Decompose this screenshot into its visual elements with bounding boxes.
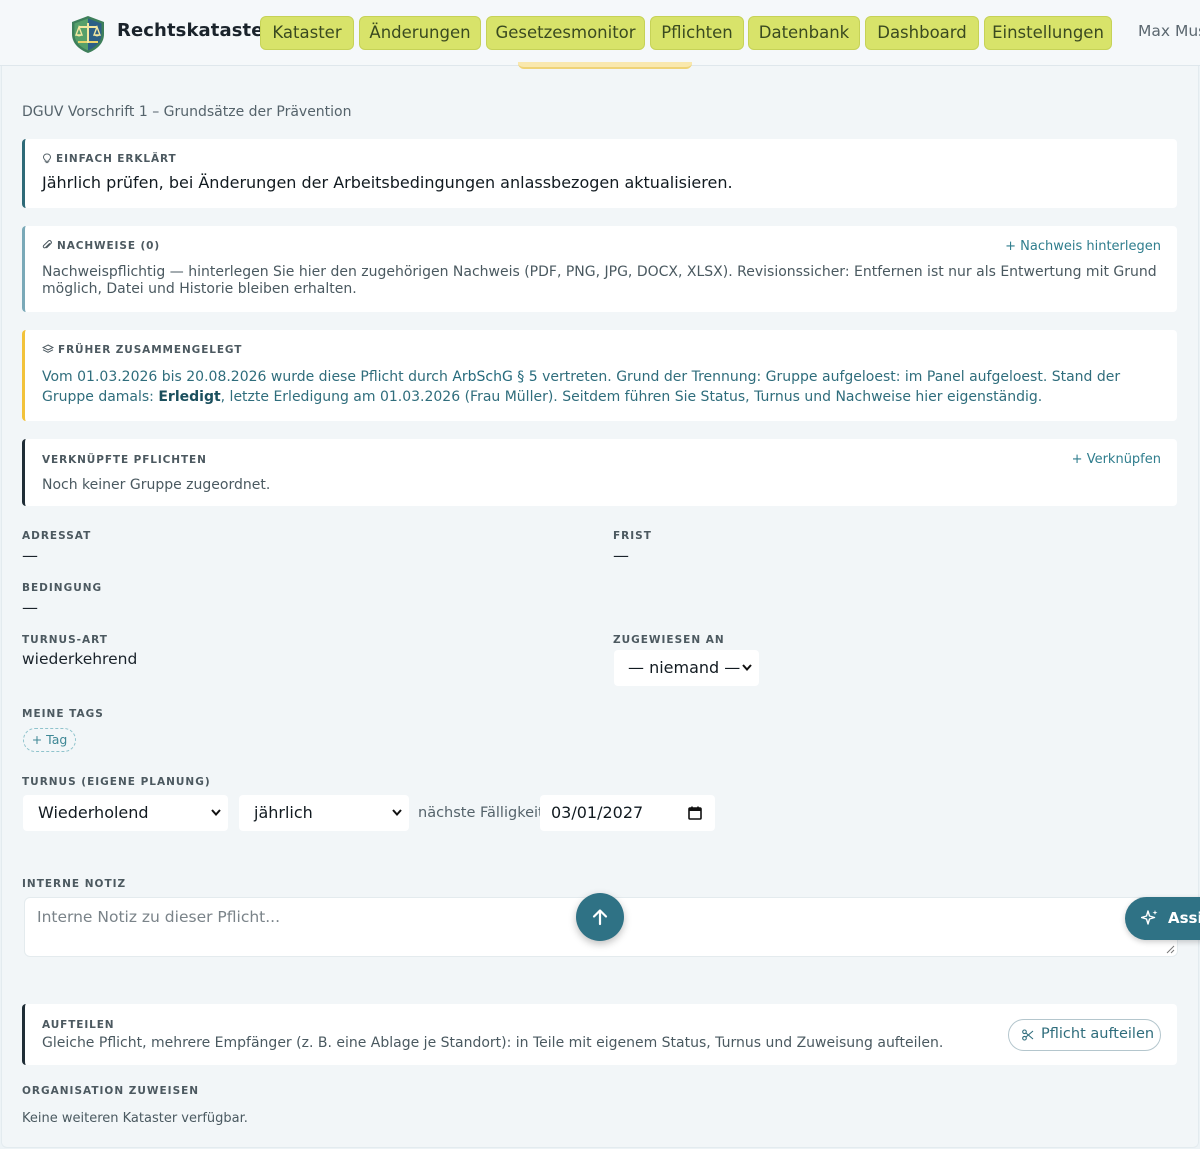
- verknuepfte-text: Noch keiner Gruppe zugeordnet.: [42, 477, 271, 493]
- frueher-text: Vom 01.03.2026 bis 20.08.2026 wurde dies…: [42, 367, 1147, 407]
- zugewiesen-label: ZUGEWIESEN AN: [613, 634, 725, 646]
- einfach-erklaert-label: EINFACH ERKLÄRT: [56, 153, 177, 165]
- logo-shield-scales-icon[interactable]: [68, 14, 108, 54]
- zugewiesen-select[interactable]: — niemand —: [614, 650, 759, 686]
- tags-label: MEINE TAGS: [22, 708, 104, 720]
- aufteilen-label: AUFTEILEN: [42, 1019, 115, 1031]
- aufteilen-text: Gleiche Pflicht, mehrere Empfänger (z. B…: [42, 1035, 944, 1051]
- nav-dashboard[interactable]: Dashboard: [865, 16, 979, 50]
- einfach-erklaert-header: EINFACH ERKLÄRT: [42, 153, 177, 165]
- turnus-mode-value: Wiederholend: [38, 803, 149, 822]
- naechste-faelligkeit-label: nächste Fälligkeit: [418, 805, 544, 821]
- sparkles-icon: [1141, 910, 1158, 925]
- frueher-label: FRÜHER ZUSAMMENGELEGT: [58, 344, 243, 356]
- active-tab-indicator: [518, 62, 692, 69]
- nav-aenderungen[interactable]: Änderungen: [359, 16, 481, 50]
- arrow-up-icon: [592, 909, 608, 926]
- bedingung-value: —: [22, 598, 38, 617]
- turnus-mode-select[interactable]: Wiederholend: [23, 795, 228, 831]
- verknuepfte-label: VERKNÜPFTE PFLICHTEN: [42, 454, 207, 466]
- brand-name[interactable]: Rechtskataster: [117, 20, 273, 41]
- chevron-down-icon: [211, 809, 221, 817]
- chevron-down-icon: [742, 664, 752, 672]
- nav-datenbank[interactable]: Datenbank: [748, 16, 860, 50]
- pflicht-aufteilen-button[interactable]: Pflicht aufteilen: [1008, 1019, 1161, 1051]
- nachweise-label: NACHWEISE (0): [57, 240, 161, 252]
- page-subtitle: DGUV Vorschrift 1 – Grundsätze der Präve…: [22, 104, 352, 120]
- verknuepfen-link[interactable]: + Verknüpfen: [1072, 452, 1161, 467]
- organisation-text: Keine weiteren Kataster verfügbar.: [22, 1111, 248, 1126]
- calendar-icon[interactable]: [688, 806, 702, 820]
- nachweise-card: NACHWEISE (0) + Nachweis hinterlegen Nac…: [22, 226, 1177, 312]
- resize-handle-icon[interactable]: [1165, 944, 1175, 954]
- naechste-faelligkeit-date-input[interactable]: 03/01/2027: [540, 795, 715, 831]
- nachweise-text: Nachweispflichtig — hinterlegen Sie hier…: [42, 264, 1157, 297]
- interne-notiz-placeholder: Interne Notiz zu dieser Pflicht...: [37, 908, 281, 926]
- group-status: Erledigt: [158, 389, 221, 405]
- verknuepfte-pflichten-card: VERKNÜPFTE PFLICHTEN + Verknüpfen Noch k…: [22, 439, 1177, 506]
- add-tag-button[interactable]: + Tag: [23, 728, 76, 752]
- frueher-zusammengelegt-card: FRÜHER ZUSAMMENGELEGT Vom 01.03.2026 bis…: [22, 330, 1177, 421]
- turnus-planung-label: TURNUS (EIGENE PLANUNG): [22, 776, 211, 788]
- adressat-value: —: [22, 546, 38, 565]
- turnus-interval-value: jährlich: [254, 803, 313, 822]
- frueher-text-part1: Vom 01.03.2026 bis 20.08.2026 wurde dies…: [42, 369, 453, 385]
- arbschg-link[interactable]: ArbSchG § 5: [452, 369, 537, 385]
- nachweis-hinterlegen-link[interactable]: + Nachweis hinterlegen: [1005, 239, 1161, 254]
- organisation-label: ORGANISATION ZUWEISEN: [22, 1085, 200, 1097]
- assistant-button[interactable]: Assi: [1125, 897, 1200, 940]
- frist-value: —: [613, 546, 629, 565]
- einfach-erklaert-card: EINFACH ERKLÄRT Jährlich prüfen, bei Änd…: [22, 139, 1177, 208]
- paperclip-icon: [42, 240, 52, 249]
- scroll-to-top-button[interactable]: [576, 893, 624, 941]
- turnus-interval-select[interactable]: jährlich: [239, 795, 409, 831]
- turnus-art-value: wiederkehrend: [22, 650, 138, 668]
- frueher-text-part3: , letzte Erledigung am 01.03.2026 (Frau …: [220, 389, 1043, 405]
- pflicht-aufteilen-label: Pflicht aufteilen: [1041, 1026, 1155, 1042]
- user-menu[interactable]: Max Mus: [1138, 22, 1200, 40]
- turnus-art-label: TURNUS-ART: [22, 634, 108, 646]
- nachweise-header: NACHWEISE (0): [42, 240, 160, 252]
- nav-kataster[interactable]: Kataster: [260, 16, 354, 50]
- frueher-header: FRÜHER ZUSAMMENGELEGT: [41, 344, 243, 356]
- aufteilen-card: AUFTEILEN Gleiche Pflicht, mehrere Empfä…: [22, 1004, 1177, 1065]
- nav-pflichten[interactable]: Pflichten: [650, 16, 744, 50]
- top-bar: Rechtskataster Kataster Änderungen Geset…: [0, 0, 1200, 66]
- chevron-down-icon: [392, 809, 402, 817]
- nav-gesetzesmonitor[interactable]: Gesetzesmonitor: [486, 16, 645, 50]
- interne-notiz-label: INTERNE NOTIZ: [22, 878, 127, 890]
- bedingung-label: BEDINGUNG: [22, 582, 103, 594]
- assistant-label: Assi: [1168, 909, 1200, 927]
- nav-einstellungen[interactable]: Einstellungen: [984, 16, 1112, 50]
- frist-label: FRIST: [613, 530, 652, 542]
- lightbulb-icon: [43, 153, 51, 164]
- naechste-faelligkeit-value: 03/01/2027: [551, 803, 644, 822]
- einfach-erklaert-text: Jährlich prüfen, bei Änderungen der Arbe…: [42, 173, 733, 192]
- scissors-icon: [1022, 1029, 1034, 1041]
- zugewiesen-value: — niemand —: [628, 658, 741, 677]
- layers-icon: [41, 344, 55, 353]
- adressat-label: ADRESSAT: [22, 530, 92, 542]
